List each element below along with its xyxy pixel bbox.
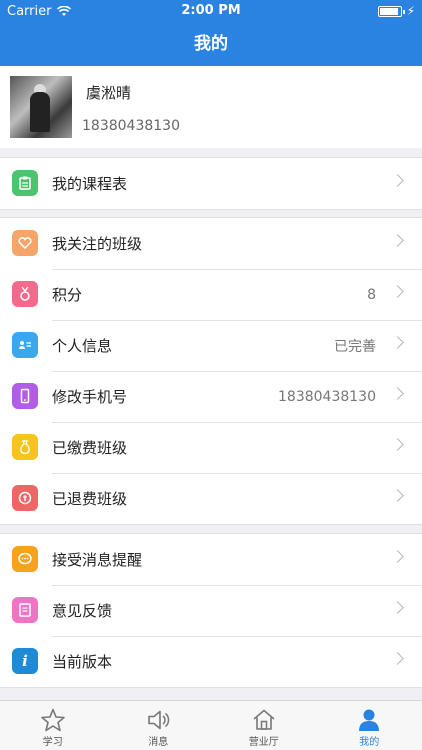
tab-messages[interactable]: 消息 — [106, 701, 212, 750]
tab-bar: 学习 消息 营业厅 我的 — [0, 700, 422, 750]
menu-item-label: 积分 — [52, 286, 83, 304]
menu-item-label: 当前版本 — [52, 653, 113, 671]
chevron-right-icon — [391, 174, 404, 187]
heart-icon — [12, 230, 38, 256]
tab-label: 学习 — [42, 737, 63, 748]
menu-item-followed-classes[interactable]: 我关注的班级 — [0, 218, 422, 269]
chevron-right-icon — [391, 234, 404, 247]
info-icon: i — [12, 648, 38, 674]
menu-item-label: 我的课程表 — [52, 175, 128, 193]
menu-item-refunded-classes[interactable]: 已退费班级 — [0, 473, 422, 524]
medal-icon — [12, 281, 38, 307]
clipboard-icon — [12, 170, 38, 196]
chevron-right-icon — [391, 550, 404, 563]
home-icon — [253, 709, 275, 730]
tab-label: 营业厅 — [248, 737, 279, 748]
feedback-icon — [12, 597, 38, 623]
menu-item-message-notifications[interactable]: 接受消息提醒 — [0, 534, 422, 585]
battery-icon — [377, 5, 405, 17]
tab-label: 我的 — [359, 737, 380, 748]
tab-mine[interactable]: 我的 — [317, 701, 422, 750]
tab-label: 消息 — [148, 737, 169, 748]
tab-study[interactable]: 学习 — [0, 701, 106, 750]
avatar[interactable] — [10, 76, 72, 138]
menu-item-current-version[interactable]: i 当前版本 — [0, 636, 422, 687]
id-card-icon — [12, 332, 38, 358]
menu-item-paid-classes[interactable]: 已缴费班级 — [0, 422, 422, 473]
page-title: 我的 — [194, 34, 228, 54]
menu-item-label: 意见反馈 — [52, 602, 113, 620]
chevron-right-icon — [391, 285, 404, 298]
menu-item-label: 接受消息提醒 — [52, 551, 143, 569]
menu-item-value: 已完善 — [334, 338, 376, 355]
menu-group-schedule: 我的课程表 — [0, 157, 422, 210]
menu-item-points[interactable]: 积分 8 — [0, 269, 422, 320]
menu-item-change-phone[interactable]: 修改手机号 18380438130 — [0, 371, 422, 422]
refund-icon — [12, 485, 38, 511]
profile-name: 虞淞晴 — [86, 84, 132, 102]
menu-group-account: 我关注的班级 积分 8 个人信息 已完善 修改手机号 18380438130 已… — [0, 217, 422, 525]
menu-item-label: 个人信息 — [52, 337, 113, 355]
status-bar: Carrier 2:00 PM ⚡ — [0, 0, 422, 22]
menu-item-feedback[interactable]: 意见反馈 — [0, 585, 422, 636]
status-time: 2:00 PM — [181, 3, 241, 18]
menu-item-label: 已缴费班级 — [52, 439, 128, 457]
menu-item-label: 我关注的班级 — [52, 235, 143, 253]
star-icon — [40, 708, 65, 732]
menu-item-personal-info[interactable]: 个人信息 已完善 — [0, 320, 422, 371]
menu-item-label: 已退费班级 — [52, 490, 128, 508]
menu-group-settings: 接受消息提醒 意见反馈 i 当前版本 — [0, 533, 422, 688]
chevron-right-icon — [391, 601, 404, 614]
money-bag-icon — [12, 434, 38, 460]
person-icon — [359, 709, 380, 731]
chevron-right-icon — [391, 336, 404, 349]
menu-item-value: 8 — [367, 286, 376, 303]
menu-item-value: 18380438130 — [278, 388, 376, 405]
profile-phone: 18380438130 — [82, 118, 180, 134]
speaker-icon — [148, 710, 170, 730]
menu-item-label: 修改手机号 — [52, 388, 128, 406]
chevron-right-icon — [391, 489, 404, 502]
tab-service-hall[interactable]: 营业厅 — [211, 701, 317, 750]
chevron-right-icon — [391, 652, 404, 665]
profile-card[interactable]: 虞淞晴 18380438130 — [0, 66, 422, 148]
chevron-right-icon — [391, 438, 404, 451]
menu-item-schedule[interactable]: 我的课程表 — [0, 158, 422, 209]
chevron-right-icon — [391, 387, 404, 400]
phone-icon — [12, 383, 38, 409]
chat-icon — [12, 546, 38, 572]
navigation-header: Carrier 2:00 PM ⚡ 我的 — [0, 0, 422, 66]
